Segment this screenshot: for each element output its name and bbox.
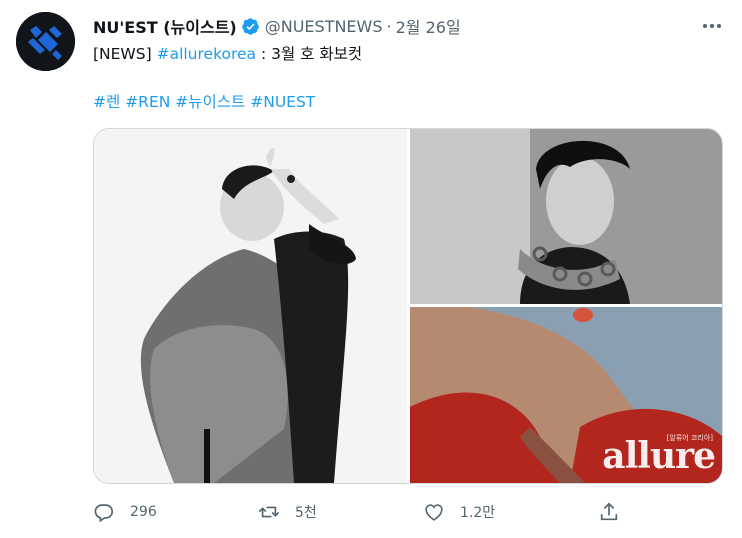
author-name[interactable]: NU'EST (뉴이스트): [93, 14, 237, 38]
retweet-button[interactable]: 5천: [258, 499, 317, 525]
tweet-header: NU'EST (뉴이스트) @NUESTNEWS · 2월 26일: [93, 14, 461, 38]
retweet-icon: [259, 506, 279, 518]
share-icon: [600, 502, 618, 521]
photo-full-body[interactable]: [94, 129, 407, 483]
tweet-card[interactable]: NU'EST (뉴이스트) @NUESTNEWS · 2월 26일 [NEWS]…: [0, 0, 742, 538]
media-grid: [알류어 코리아] allure: [93, 128, 723, 484]
author-handle[interactable]: @NUESTNEWS: [265, 17, 383, 36]
tweet-hashtags: #렌 #REN #뉴이스트 #NUEST: [93, 90, 315, 112]
header-separator: ·: [386, 16, 392, 36]
verified-badge-icon: [241, 17, 260, 36]
more-options-icon[interactable]: [700, 14, 724, 38]
reply-button[interactable]: 296: [93, 499, 157, 525]
action-bar: 296 5천 1.2만: [93, 499, 723, 525]
hashtag-allurekorea[interactable]: #allurekorea: [157, 45, 256, 63]
tweet-text-prefix: [NEWS]: [93, 45, 157, 63]
share-button[interactable]: [598, 499, 620, 525]
reply-icon: [94, 504, 114, 523]
nuest-logo-icon: [16, 12, 75, 71]
photo-red-top-closeup[interactable]: [알류어 코리아] allure: [410, 307, 722, 483]
tweet-text-line1: [NEWS] #allurekorea : 3월 호 화보컷: [93, 42, 362, 64]
like-button[interactable]: 1.2만: [423, 499, 495, 525]
photo-portrait-closeup[interactable]: [410, 129, 722, 304]
hashtag-nuest[interactable]: #NUEST: [250, 93, 315, 111]
hashtag-nuest-korean[interactable]: #뉴이스트: [175, 93, 245, 111]
tweet-text-suffix: : 3월 호 화보컷: [256, 45, 363, 63]
avatar[interactable]: [16, 12, 75, 71]
like-count: 1.2만: [460, 505, 496, 521]
hashtag-ren-korean[interactable]: #렌: [93, 93, 120, 111]
retweet-count: 5천: [295, 505, 317, 521]
hashtag-ren[interactable]: #REN: [125, 93, 170, 111]
tweet-date[interactable]: 2월 26일: [396, 14, 461, 38]
heart-icon: [425, 504, 443, 521]
allure-watermark: allure: [602, 435, 716, 477]
reply-count: 296: [130, 504, 157, 520]
